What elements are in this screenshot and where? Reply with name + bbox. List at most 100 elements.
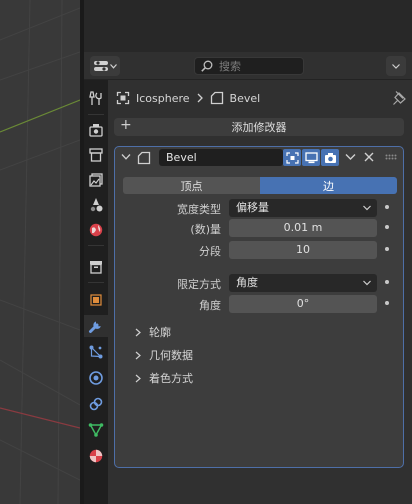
breadcrumb-modifier: Bevel xyxy=(229,91,261,105)
chevron-down-icon xyxy=(363,280,371,286)
amount-label: (数)量 xyxy=(190,223,221,236)
chevron-right-icon xyxy=(135,374,141,382)
width-type-label: 宽度类型 xyxy=(177,203,221,216)
tab-separator xyxy=(88,114,104,115)
tab-object[interactable] xyxy=(84,289,108,311)
bevel-icon xyxy=(137,151,151,165)
limit-method-label: 限定方式 xyxy=(177,278,221,291)
chevron-right-icon xyxy=(135,328,141,336)
render-toggle[interactable] xyxy=(321,149,339,166)
angle-row: 角度 0° xyxy=(115,295,403,313)
viewport-toggle[interactable] xyxy=(302,149,320,166)
viewport-grid xyxy=(0,0,80,504)
object-outline-icon xyxy=(116,91,130,105)
tab-constraints[interactable] xyxy=(84,393,108,415)
amount-row: (数)量 0.01 m xyxy=(115,219,403,237)
angle-label: 角度 xyxy=(199,299,221,312)
collection-icon xyxy=(90,261,102,274)
amount-field[interactable]: 0.01 m xyxy=(229,219,377,237)
tab-view-layer[interactable] xyxy=(84,169,108,191)
pin-icon[interactable] xyxy=(392,90,406,106)
tab-separator xyxy=(88,282,104,283)
tab-vertices[interactable]: 顶点 xyxy=(123,177,260,194)
tool-icon xyxy=(89,91,102,105)
modifier-name-field[interactable]: Bevel xyxy=(159,149,283,166)
properties-header: 搜索 xyxy=(84,52,412,80)
add-modifier-label: 添加修改器 xyxy=(231,121,287,134)
tab-particles[interactable] xyxy=(84,341,108,363)
width-type-dropdown[interactable]: 偏移量 xyxy=(229,199,377,217)
add-modifier-button[interactable]: + 添加修改器 xyxy=(114,117,404,136)
segments-row: 分段 10 xyxy=(115,241,403,259)
chevron-right-icon xyxy=(135,351,141,359)
keyframe-dot[interactable] xyxy=(385,225,389,229)
subpanel-geometry-label: 几何数据 xyxy=(149,349,193,362)
keyframe-dot[interactable] xyxy=(385,301,389,305)
chevron-down-icon xyxy=(392,63,400,69)
bevel-icon xyxy=(210,91,223,105)
render-icon xyxy=(89,124,103,137)
subpanel-profile-label: 轮廓 xyxy=(149,326,171,339)
breadcrumb: Icosphere Bevel xyxy=(116,86,406,110)
angle-field[interactable]: 0° xyxy=(229,295,377,313)
search-icon xyxy=(201,60,213,72)
modifier-icon xyxy=(89,321,101,333)
options-dropdown[interactable] xyxy=(386,56,406,76)
affect-mode-selector: 顶点 边 xyxy=(123,177,397,194)
modifier-header: Bevel xyxy=(115,147,403,169)
keyframe-dot[interactable] xyxy=(385,247,389,251)
tab-physics[interactable] xyxy=(84,367,108,389)
tab-separator xyxy=(88,245,104,246)
chevron-down-icon[interactable] xyxy=(345,153,356,161)
constraints-icon xyxy=(89,397,103,411)
chevron-down-icon xyxy=(363,205,371,211)
visibility-toggles xyxy=(283,149,339,166)
data-icon xyxy=(88,423,104,437)
edit-mode-toggle[interactable] xyxy=(283,149,301,166)
search-placeholder: 搜索 xyxy=(219,60,241,73)
search-input[interactable]: 搜索 xyxy=(194,57,304,75)
view-layer-icon xyxy=(89,173,103,187)
outliner-area xyxy=(84,0,412,52)
tab-collection[interactable] xyxy=(84,256,108,278)
editor-type-icon xyxy=(93,61,108,71)
chevron-down-icon xyxy=(109,63,117,69)
subpanel-shading-label: 着色方式 xyxy=(149,372,193,385)
subpanel-profile[interactable]: 轮廓 xyxy=(135,323,171,341)
limit-method-row: 限定方式 角度 xyxy=(115,274,403,292)
tab-edges[interactable]: 边 xyxy=(260,177,397,194)
output-icon xyxy=(89,148,103,162)
drag-handle-icon[interactable] xyxy=(385,154,397,160)
editor-type-button[interactable] xyxy=(90,56,120,76)
close-icon[interactable] xyxy=(364,152,374,162)
world-icon xyxy=(89,223,103,237)
tab-world[interactable] xyxy=(84,219,108,241)
tab-scene[interactable] xyxy=(84,194,108,216)
subpanel-geometry[interactable]: 几何数据 xyxy=(135,346,193,364)
segments-field[interactable]: 10 xyxy=(229,241,377,259)
viewport-3d[interactable] xyxy=(0,0,80,504)
object-icon xyxy=(90,294,102,306)
width-type-value: 偏移量 xyxy=(236,201,269,214)
properties-tabs xyxy=(84,80,108,504)
material-icon xyxy=(89,449,103,463)
segments-label: 分段 xyxy=(199,245,221,258)
tab-modifier[interactable] xyxy=(84,315,108,337)
chevron-down-icon[interactable] xyxy=(121,153,131,161)
camera-icon xyxy=(324,152,336,163)
keyframe-dot[interactable] xyxy=(385,280,389,284)
width-type-row: 宽度类型 偏移量 xyxy=(115,199,403,217)
scene-icon xyxy=(90,198,103,212)
limit-method-dropdown[interactable]: 角度 xyxy=(229,274,377,292)
chevron-right-icon xyxy=(197,93,203,103)
limit-method-value: 角度 xyxy=(236,276,258,289)
tab-material[interactable] xyxy=(84,445,108,467)
subpanel-shading[interactable]: 着色方式 xyxy=(135,369,193,387)
keyframe-dot[interactable] xyxy=(385,205,389,209)
tab-output[interactable] xyxy=(84,144,108,166)
edit-mode-icon xyxy=(285,151,299,164)
tab-data[interactable] xyxy=(84,419,108,441)
tab-render[interactable] xyxy=(84,119,108,141)
particles-icon xyxy=(89,345,103,359)
tab-tool[interactable] xyxy=(84,87,108,109)
